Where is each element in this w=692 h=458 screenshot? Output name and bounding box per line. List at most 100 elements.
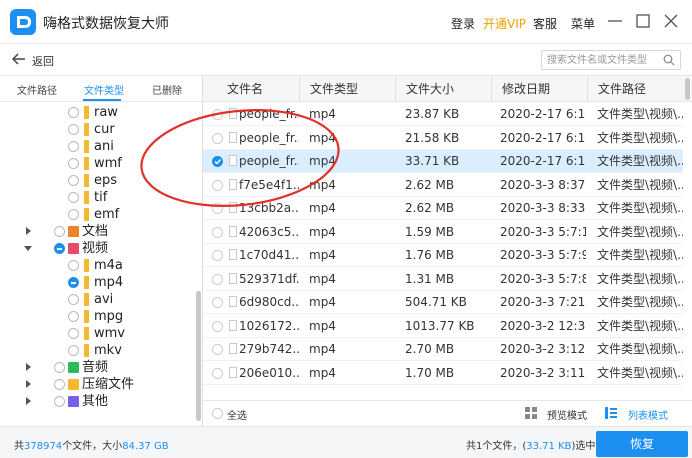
tree-item-emf[interactable]: emf xyxy=(0,206,196,223)
folder-icon xyxy=(84,123,89,136)
preview-mode-label[interactable]: 预览模式 xyxy=(547,407,587,422)
back-button[interactable]: 返回 xyxy=(12,51,72,69)
tree-item-raw[interactable]: raw xyxy=(0,104,196,121)
menu-link[interactable]: 菜单 xyxy=(571,15,595,32)
tree-checkbox[interactable] xyxy=(54,226,65,237)
table-row[interactable]: people_fr... mp4 33.71 KB 2020-2-17 6:1... 文… xyxy=(203,150,683,173)
table-row[interactable]: 529371df... mp4 1.31 MB 2020-3-3 5:7:8 文件类型\… xyxy=(203,268,683,291)
tree-checkbox[interactable] xyxy=(68,345,79,356)
row-checkbox[interactable] xyxy=(212,250,223,261)
row-checkbox[interactable] xyxy=(212,132,223,144)
table-row[interactable]: 206e010... mp4 1.70 MB 2020-3-2 3:11:... 文件类… xyxy=(203,362,683,385)
cell-path: 文件类型\视频\... xyxy=(597,248,683,262)
tree-item-视频[interactable]: 视频 xyxy=(0,240,196,257)
tree-checkbox[interactable] xyxy=(68,107,79,118)
row-checkbox[interactable] xyxy=(212,156,223,167)
tree-item-cur[interactable]: cur xyxy=(0,121,196,138)
table-row[interactable]: people_fr... mp4 21.58 KB 2020-2-17 6:1... 文… xyxy=(203,127,683,150)
table-row[interactable]: 279b742... mp4 2.70 MB 2020-3-2 3:12:... 文件类… xyxy=(203,338,683,361)
tab-file-type[interactable]: 文件类型 xyxy=(84,82,124,97)
caret-right-icon[interactable] xyxy=(24,227,32,235)
row-checkbox[interactable] xyxy=(212,297,223,308)
column-header-name[interactable]: 文件名 xyxy=(203,76,299,102)
caret-down-icon[interactable] xyxy=(24,244,32,252)
tree-item-ani[interactable]: ani xyxy=(0,138,196,155)
tree-checkbox[interactable] xyxy=(54,362,65,373)
row-checkbox[interactable] xyxy=(212,320,223,332)
search-icon[interactable] xyxy=(663,54,675,66)
row-checkbox[interactable] xyxy=(212,344,223,355)
tree-checkbox[interactable] xyxy=(54,379,65,390)
list-mode-label[interactable]: 列表模式 xyxy=(628,407,668,422)
tree-checkbox[interactable] xyxy=(68,328,79,339)
row-checkbox[interactable] xyxy=(212,226,223,238)
tree-item-eps[interactable]: eps xyxy=(0,172,196,189)
table-row[interactable]: 6d980cd... mp4 504.71 KB 2020-3-3 7:21:8 文件类… xyxy=(203,291,683,314)
row-checkbox[interactable] xyxy=(212,179,223,191)
maximize-icon[interactable] xyxy=(631,9,655,33)
table-row[interactable]: 1c70d41... mp4 1.76 MB 2020-3-3 5:7:9 文件类型\视… xyxy=(203,244,683,267)
cell-path: 文件类型\视频\... xyxy=(597,295,683,309)
tree-item-压缩文件[interactable]: 压缩文件 xyxy=(0,376,196,393)
table-row[interactable]: people_fr... mp4 23.87 KB 2020-2-17 6:1... 文… xyxy=(203,103,683,126)
tree-item-音频[interactable]: 音频 xyxy=(0,359,196,376)
tree-checkbox[interactable] xyxy=(68,311,79,322)
column-header-type[interactable]: 文件类型 xyxy=(299,76,395,102)
list-view-icon[interactable] xyxy=(605,407,617,419)
login-link[interactable]: 登录 xyxy=(451,15,475,32)
close-icon[interactable] xyxy=(659,9,683,33)
table-row[interactable]: f7e5e4f1... mp4 2.62 MB 2020-3-3 8:37:... 文件… xyxy=(203,174,683,197)
tree-item-avi[interactable]: avi xyxy=(0,291,196,308)
cell-name: 42063c5... xyxy=(239,224,299,239)
table-row[interactable]: 13cbb2a... mp4 2.62 MB 2020-3-3 8:33:0 文件类型\… xyxy=(203,197,683,220)
row-checkbox[interactable] xyxy=(212,203,223,214)
select-all-label[interactable]: 全选 xyxy=(227,407,247,422)
tree-scrollbar[interactable] xyxy=(196,291,201,421)
tree-item-文档[interactable]: 文档 xyxy=(0,223,196,240)
tree-checkbox[interactable] xyxy=(54,243,65,254)
tree-checkbox[interactable] xyxy=(54,396,65,407)
tree-item-wmf[interactable]: wmf xyxy=(0,155,196,172)
tree-item-其他[interactable]: 其他 xyxy=(0,393,196,410)
tree-item-m4a[interactable]: m4a xyxy=(0,257,196,274)
tree-checkbox[interactable] xyxy=(68,175,79,186)
vip-link[interactable]: 开通VIP xyxy=(483,15,526,32)
table-row[interactable]: 1026172... mp4 1013.77 KB 2020-3-2 12:3... 文… xyxy=(203,315,683,338)
tree-item-mpg[interactable]: mpg xyxy=(0,308,196,325)
tree-checkbox[interactable] xyxy=(68,294,79,305)
tree-checkbox[interactable] xyxy=(68,277,79,288)
tree-checkbox[interactable] xyxy=(68,158,79,169)
caret-right-icon[interactable] xyxy=(24,363,32,371)
tree-item-tif[interactable]: tif xyxy=(0,189,196,206)
tree-item-mp4[interactable]: mp4 xyxy=(0,274,196,291)
tree-checkbox[interactable] xyxy=(68,260,79,271)
column-header-path[interactable]: 文件路径 xyxy=(587,76,692,102)
grid-view-icon[interactable] xyxy=(525,407,537,419)
table-row[interactable]: 42063c5... mp4 1.59 MB 2020-3-3 5:7:10 文件类型\… xyxy=(203,221,683,244)
tree-checkbox[interactable] xyxy=(68,209,79,220)
tree-checkbox[interactable] xyxy=(68,124,79,135)
cell-type: mp4 xyxy=(309,248,336,262)
row-checkbox[interactable] xyxy=(212,367,223,379)
tree-item-mkv[interactable]: mkv xyxy=(0,342,196,359)
cell-date: 2020-2-17 6:1... xyxy=(500,130,586,145)
row-checkbox[interactable] xyxy=(212,109,223,120)
cell-type: mp4 xyxy=(309,365,336,380)
column-header-date[interactable]: 修改日期 xyxy=(491,76,587,102)
tree-item-wmv[interactable]: wmv xyxy=(0,325,196,342)
recover-button[interactable]: 恢复 xyxy=(596,431,688,457)
table-scrollbar[interactable] xyxy=(685,78,690,100)
column-header-size[interactable]: 文件大小 xyxy=(395,76,491,102)
caret-right-icon[interactable] xyxy=(24,397,32,405)
cell-name: 279b742... xyxy=(239,342,299,356)
caret-right-icon[interactable] xyxy=(24,380,32,388)
row-checkbox[interactable] xyxy=(212,273,223,285)
search-input[interactable] xyxy=(547,53,657,67)
tab-file-path[interactable]: 文件路径 xyxy=(17,82,57,97)
service-link[interactable]: 客服 xyxy=(533,15,557,32)
select-all-checkbox[interactable] xyxy=(212,408,223,419)
tree-checkbox[interactable] xyxy=(68,141,79,152)
tab-deleted[interactable]: 已删除 xyxy=(152,82,182,97)
tree-checkbox[interactable] xyxy=(68,192,79,203)
minimize-icon[interactable] xyxy=(603,9,627,33)
